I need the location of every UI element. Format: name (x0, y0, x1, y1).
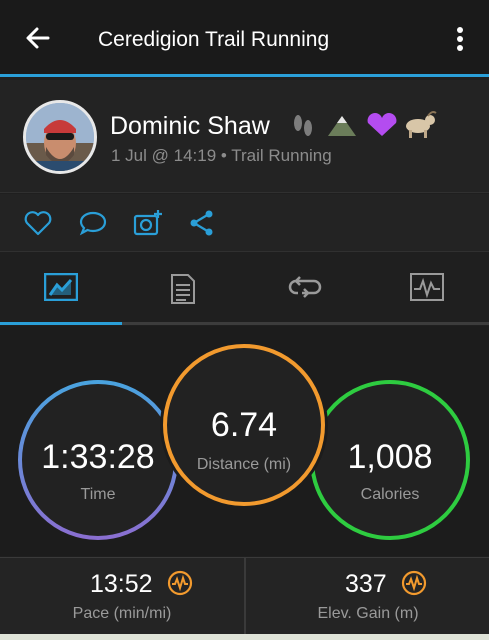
page-title: Ceredigion Trail Running (98, 28, 330, 51)
time-value: 1:33:28 (41, 438, 155, 476)
activity-header: Dominic Shaw 1 Jul @ 14:19 • Trail Runni… (0, 80, 489, 193)
elev-gain-stat[interactable]: 337 Elev. Gain (m) (246, 558, 489, 635)
share-icon[interactable] (187, 208, 217, 238)
pace-stat[interactable]: 13:52 Pace (min/mi) (0, 558, 244, 635)
tab-details[interactable] (122, 253, 244, 322)
pace-label: Pace (min/mi) (72, 605, 172, 622)
action-bar (0, 194, 489, 252)
time-stat: 1:33:28 Time (20, 382, 176, 538)
activity-tabs (0, 253, 489, 325)
footprints-icon (294, 115, 312, 136)
goat-icon (406, 111, 437, 138)
summary-stats: 1:33:28 Time 6.74 Distance (mi) 1,008 Ca… (0, 326, 489, 556)
profile-emojis (294, 111, 437, 138)
more-options-icon[interactable] (448, 24, 472, 54)
tab-laps[interactable] (244, 253, 366, 322)
details-tab-icon (171, 274, 195, 304)
calories-stat: 1,008 Calories (312, 382, 468, 538)
tab-charts[interactable] (366, 253, 488, 322)
like-heart-icon[interactable] (23, 208, 53, 238)
elev-chart-icon (401, 570, 427, 596)
calories-value: 1,008 (347, 438, 433, 476)
active-tab-indicator (0, 322, 122, 325)
tab-stats[interactable] (0, 253, 122, 322)
map-preview-edge[interactable] (0, 634, 489, 640)
app-bar: Ceredigion Trail Running (0, 0, 489, 77)
purple-heart-icon (367, 113, 397, 136)
back-arrow-icon[interactable] (22, 22, 54, 54)
avatar-photo (26, 103, 94, 171)
distance-stat: 6.74 Distance (mi) (165, 346, 323, 504)
mountain-icon (328, 116, 356, 136)
pace-chart-icon (167, 570, 193, 596)
elev-gain-label: Elev. Gain (m) (317, 605, 419, 622)
laps-tab-icon (288, 276, 322, 298)
time-label: Time (80, 486, 116, 503)
add-photo-icon[interactable] (133, 208, 163, 238)
calories-label: Calories (360, 486, 420, 503)
distance-label: Distance (mi) (196, 456, 292, 473)
activity-meta: 1 Jul @ 14:19 • Trail Running (111, 146, 332, 165)
user-name: Dominic Shaw (110, 112, 270, 140)
stats-tab-icon (44, 273, 78, 301)
pace-value: 13:52 (90, 570, 153, 598)
comment-icon[interactable] (78, 208, 108, 238)
secondary-stats: 13:52 Pace (min/mi) 337 Elev. Gain (m) (0, 557, 489, 635)
distance-value: 6.74 (210, 406, 278, 444)
avatar[interactable] (23, 100, 97, 174)
elev-gain-value: 337 (345, 570, 387, 598)
charts-tab-icon (410, 273, 444, 301)
